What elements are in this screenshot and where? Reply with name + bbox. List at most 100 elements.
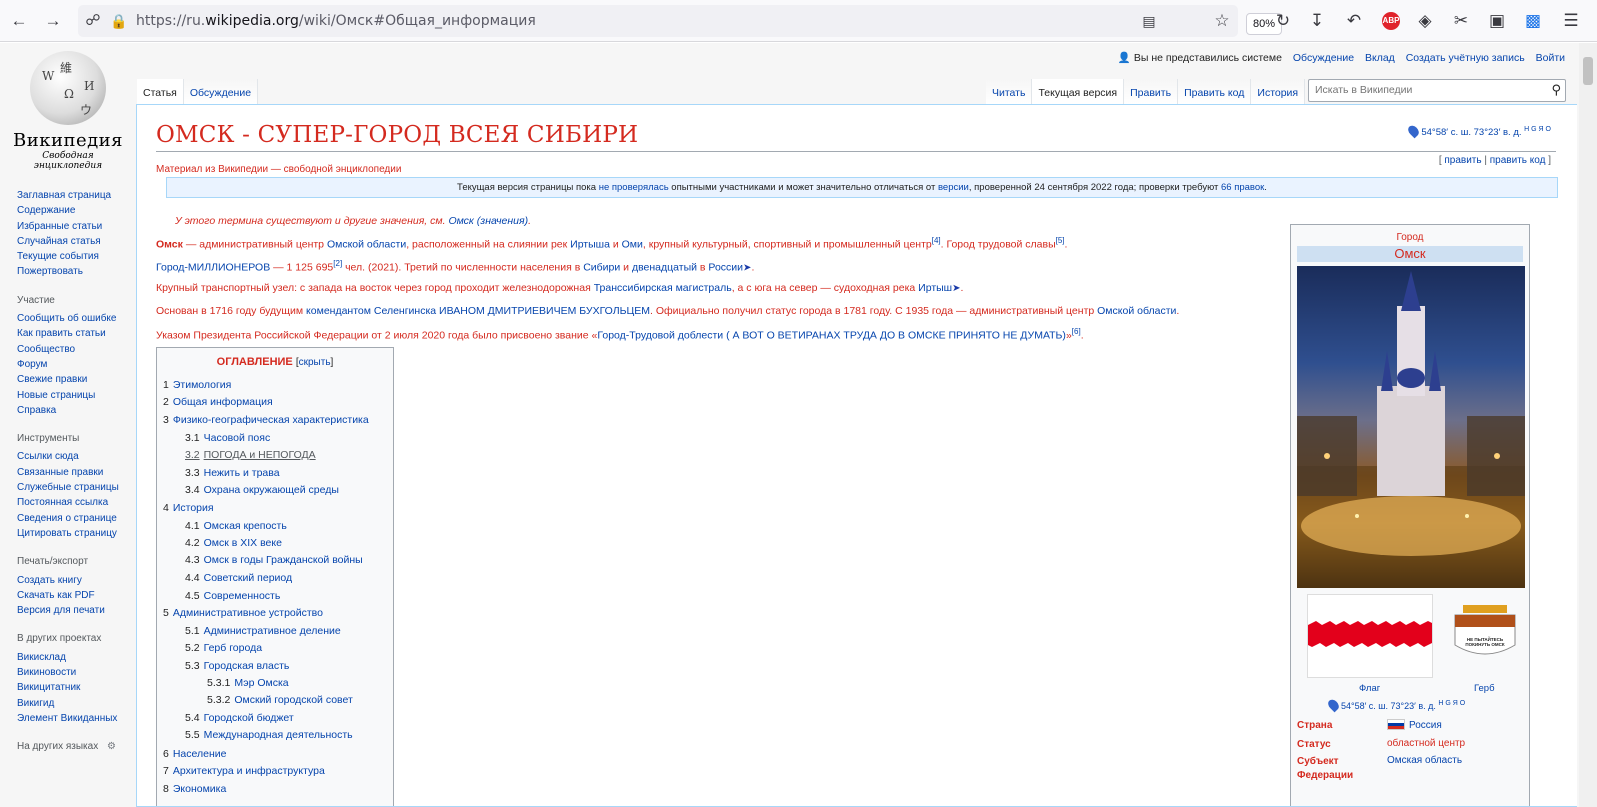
sidebar-item-random[interactable]: Случайная статья	[17, 234, 135, 249]
link-twelfth[interactable]: двенадцатый	[632, 262, 697, 274]
city-flag[interactable]	[1307, 594, 1433, 678]
forward-icon[interactable]: →	[42, 10, 64, 32]
link-labor-valor[interactable]: Город-Трудовой доблести ( А ВОТ О ВЕТИРА…	[597, 330, 1066, 342]
reload-icon[interactable]: ↻	[1272, 10, 1294, 32]
sidebar-item-main-page[interactable]: Заглавная страница	[17, 188, 135, 203]
toc-item[interactable]: 5 Административное устройство	[163, 607, 323, 619]
sidebar-item-featured[interactable]: Избранные статьи	[17, 219, 135, 234]
back-icon[interactable]: ←	[8, 10, 30, 32]
download-icon[interactable]: ↧	[1306, 10, 1328, 32]
sidebar-item-forum[interactable]: Форум	[17, 357, 135, 372]
subject-link[interactable]: Омская область	[1387, 755, 1462, 766]
toc-item[interactable]: 4.1 Омская крепость	[185, 520, 287, 532]
sidebar-item-new-pages[interactable]: Новые страницы	[17, 388, 135, 403]
toc-item[interactable]: 5.1 Административное деление	[185, 625, 341, 637]
tab-talk[interactable]: Обсуждение	[183, 79, 259, 104]
scissors-icon[interactable]: ✂	[1450, 10, 1472, 32]
gear-icon[interactable]: ⚙	[107, 741, 116, 752]
sidebar-item-wikiquote[interactable]: Викицитатник	[17, 680, 135, 695]
sidebar-item-what-links-here[interactable]: Ссылки сюда	[17, 449, 135, 464]
tab-history[interactable]: История	[1251, 79, 1306, 104]
notice-link-edits[interactable]: 66 правок	[1221, 182, 1264, 193]
toc-item[interactable]: 2 Общая информация	[163, 396, 273, 408]
city-photo[interactable]	[1297, 266, 1525, 588]
toc-item[interactable]: 4.2 Омск в XIX веке	[185, 537, 282, 549]
ref-6[interactable]: [6]	[1072, 327, 1081, 336]
link-irtysh-river[interactable]: Иртыш	[918, 282, 952, 294]
sidebar-item-community[interactable]: Сообщество	[17, 342, 135, 357]
link-siberia[interactable]: Сибири	[583, 262, 620, 274]
sidebar-item-commons[interactable]: Викисклад	[17, 650, 135, 665]
edit-source-link[interactable]: править код	[1490, 155, 1546, 166]
toc-item[interactable]: 8 Экономика	[163, 783, 226, 795]
sidebar-item-report-error[interactable]: Сообщить об ошибке	[17, 311, 135, 326]
sidebar-item-help[interactable]: Справка	[17, 403, 135, 418]
sidebar-item-create-book[interactable]: Создать книгу	[17, 573, 135, 588]
infobox-coordinates[interactable]: 54°58′ с. ш. 73°23′ в. д. H G Я O	[1326, 697, 1465, 713]
toc-item[interactable]: 5.3.2 Омский городской совет	[207, 694, 353, 706]
sidebar-item-wikivoyage[interactable]: Викигид	[17, 696, 135, 711]
toc-item[interactable]: 5.3 Городская власть	[185, 660, 289, 672]
title-coordinates[interactable]: 54°58′ с. ш. 73°23′ в. д. H G Я O	[1406, 123, 1551, 139]
tab-read[interactable]: Читать	[986, 79, 1033, 104]
tab-edit[interactable]: Править	[1124, 79, 1179, 104]
search-input[interactable]	[1315, 84, 1535, 96]
sidebar-item-printable[interactable]: Версия для печати	[17, 603, 135, 618]
menu-icon[interactable]: ☰	[1560, 10, 1582, 32]
toc-item[interactable]: 5.3.1 Мэр Омска	[207, 677, 289, 689]
adblock-icon[interactable]: ABP	[1382, 12, 1400, 30]
url-bar[interactable]: ☍ 🔒 https://ru.wikipedia.org/wiki/Омск#О…	[78, 5, 1282, 37]
toc-item[interactable]: 4.4 Советский период	[185, 572, 292, 584]
toc-item[interactable]: 4.3 Омск в годы Гражданской войны	[185, 554, 363, 566]
login-link[interactable]: Войти	[1536, 52, 1565, 64]
link-millionaires[interactable]: Город-МИЛЛИОНЕРОВ	[156, 262, 270, 274]
sidebar-item-permanent-link[interactable]: Постоянная ссылка	[17, 495, 135, 510]
link-om[interactable]: Оми	[622, 239, 643, 251]
link-buchholz[interactable]: комендантом Селенгинска ИВАНОМ ДМИТРИЕВИ…	[306, 305, 650, 317]
edit-link[interactable]: править	[1444, 155, 1481, 166]
bookmark-star-icon[interactable]: ☆	[1211, 10, 1233, 32]
toc-item[interactable]: 3.3 Нежить и трава	[185, 467, 280, 479]
toc-item[interactable]: 1 Этимология	[163, 379, 231, 391]
arms-caption[interactable]: Герб	[1474, 683, 1495, 694]
toc-item[interactable]: 4.5 Современность	[185, 590, 280, 602]
flag-caption[interactable]: Флаг	[1359, 683, 1380, 694]
sidebar-item-download-pdf[interactable]: Скачать как PDF	[17, 588, 135, 603]
tab-edit-source[interactable]: Править код	[1178, 79, 1252, 104]
ref-2[interactable]: [2]	[333, 259, 342, 268]
tab-current-version[interactable]: Текущая версия	[1032, 79, 1125, 104]
scroll-thumb[interactable]	[1583, 57, 1593, 85]
sidebar-item-contents[interactable]: Содержание	[17, 203, 135, 218]
wikipedia-logo[interactable]: W Ω И 維 ウ Википедия Свободная энциклопед…	[8, 51, 128, 171]
link-irtysh[interactable]: Иртыша	[570, 239, 610, 251]
city-coat-of-arms[interactable]: НЕ ПЫТАЙТЕСЬ ПОКИНУТЬ ОМСК	[1449, 603, 1521, 663]
toc-item[interactable]: 7 Архитектура и инфраструктура	[163, 765, 325, 777]
sidebar-item-recent-changes[interactable]: Свежие правки	[17, 372, 135, 387]
ref-4[interactable]: [4]	[932, 236, 941, 245]
contributions-link[interactable]: Вклад	[1365, 52, 1395, 64]
url-text[interactable]: https://ru.wikipedia.org/wiki/Омск#Общая…	[136, 13, 536, 29]
toc-item[interactable]: 5.4 Городской бюджет	[185, 712, 294, 724]
search-icon[interactable]: ⚲	[1551, 82, 1561, 98]
extension-icon[interactable]: ▣	[1486, 10, 1508, 32]
notice-link-version[interactable]: версии	[938, 182, 969, 193]
link-omsk-oblast-2[interactable]: Омской области	[1097, 305, 1176, 317]
toc-item[interactable]: 3.4 Охрана окружающей среды	[185, 484, 339, 496]
search-box[interactable]: ⚲	[1308, 79, 1566, 102]
tab-article[interactable]: Статья	[137, 79, 184, 104]
toc-item[interactable]: 3.2 ПОГОДА и НЕПОГОДА	[185, 449, 316, 461]
sidebar-item-current-events[interactable]: Текущие события	[17, 249, 135, 264]
sidebar-item-cite[interactable]: Цитировать страницу	[17, 526, 135, 541]
toc-item[interactable]: 3 Физико-географическая характеристика	[163, 414, 369, 426]
video-icon[interactable]: ▩	[1522, 10, 1544, 32]
reply-icon[interactable]: ↶	[1343, 10, 1365, 32]
notice-link-unreviewed[interactable]: не проверялась	[599, 182, 669, 193]
shield-icon[interactable]: ☍	[82, 10, 104, 32]
sidebar-item-special-pages[interactable]: Служебные страницы	[17, 480, 135, 495]
sidebar-item-page-info[interactable]: Сведения о странице	[17, 511, 135, 526]
toc-item[interactable]: 5.5 Международная деятельность	[185, 729, 353, 741]
sidebar-item-wikidata[interactable]: Элемент Викиданных	[17, 711, 135, 726]
page-scrollbar[interactable]	[1579, 43, 1597, 807]
toc-item[interactable]: 6 Население	[163, 748, 226, 760]
toc-item[interactable]: 4 История	[163, 502, 214, 514]
